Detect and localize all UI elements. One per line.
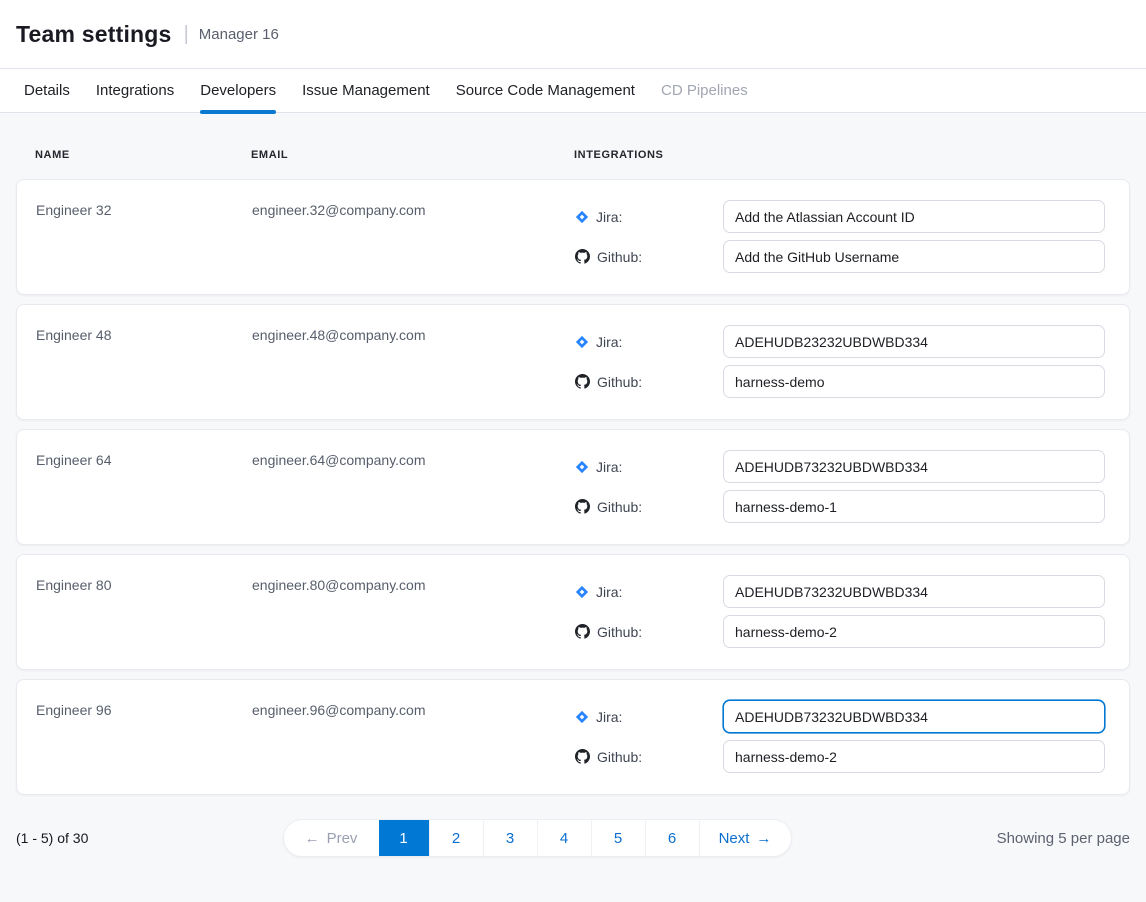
developer-name: Engineer 32 (36, 200, 252, 274)
column-header-name: NAME (35, 149, 251, 161)
jira-icon (575, 710, 589, 724)
tab-issue-management[interactable]: Issue Management (302, 69, 430, 112)
jira-label: Jira: (575, 459, 723, 475)
table-row: Engineer 64 engineer.64@company.com Jira… (16, 429, 1130, 545)
jira-icon (575, 460, 589, 474)
github-label: Github: (575, 749, 723, 765)
tab-details[interactable]: Details (24, 69, 70, 112)
page-button-5[interactable]: 5 (591, 820, 645, 856)
jira-icon (575, 335, 589, 349)
developer-email: engineer.96@company.com (252, 700, 575, 774)
page-button-4[interactable]: 4 (537, 820, 591, 856)
tab-bar: Details Integrations Developers Issue Ma… (0, 68, 1146, 113)
github-row: Github: (575, 365, 1105, 398)
page-button-2[interactable]: 2 (429, 820, 483, 856)
jira-label: Jira: (575, 709, 723, 725)
jira-row: Jira: (575, 450, 1105, 483)
arrow-left-icon: ← (305, 830, 320, 847)
github-icon (575, 499, 590, 514)
tab-source-code-management[interactable]: Source Code Management (456, 69, 635, 112)
developer-email: engineer.48@company.com (252, 325, 575, 399)
developer-email: engineer.80@company.com (252, 575, 575, 649)
pagination-bar: (1 - 5) of 30 ← Prev 1 2 3 4 5 6 Next → … (16, 819, 1130, 857)
github-input[interactable] (723, 240, 1105, 273)
jira-row: Jira: (575, 325, 1105, 358)
active-tab-underline (200, 110, 276, 114)
prev-page-button[interactable]: ← Prev (284, 820, 379, 856)
jira-row: Jira: (575, 200, 1105, 233)
github-row: Github: (575, 740, 1105, 773)
developers-panel: NAME EMAIL INTEGRATIONS Engineer 32 engi… (0, 113, 1146, 902)
jira-input[interactable] (723, 325, 1105, 358)
github-input[interactable] (723, 615, 1105, 648)
page-button-6[interactable]: 6 (645, 820, 699, 856)
page-button-3[interactable]: 3 (483, 820, 537, 856)
per-page-label: Showing 5 per page (997, 830, 1130, 847)
integrations-cell: Jira: Github: (575, 575, 1105, 649)
github-icon (575, 374, 590, 389)
github-input[interactable] (723, 490, 1105, 523)
tab-integrations[interactable]: Integrations (96, 69, 174, 112)
integrations-cell: Jira: Github: (575, 325, 1105, 399)
developer-name: Engineer 48 (36, 325, 252, 399)
integrations-cell: Jira: Github: (575, 200, 1105, 274)
pagination-controls: ← Prev 1 2 3 4 5 6 Next → (283, 819, 792, 857)
integrations-cell: Jira: Github: (575, 450, 1105, 524)
page-title: Team settings (16, 21, 172, 48)
jira-row: Jira: (575, 575, 1105, 608)
table-row: Engineer 48 engineer.48@company.com Jira… (16, 304, 1130, 420)
developer-email: engineer.64@company.com (252, 450, 575, 524)
github-row: Github: (575, 615, 1105, 648)
table-row: Engineer 32 engineer.32@company.com Jira… (16, 179, 1130, 295)
github-row: Github: (575, 490, 1105, 523)
jira-input[interactable] (723, 575, 1105, 608)
github-input[interactable] (723, 365, 1105, 398)
jira-row: Jira: (575, 700, 1105, 733)
jira-input[interactable] (723, 700, 1105, 733)
team-manager-label: Manager 16 (199, 26, 279, 43)
jira-label: Jira: (575, 209, 723, 225)
jira-icon (575, 585, 589, 599)
github-row: Github: (575, 240, 1105, 273)
jira-input[interactable] (723, 200, 1105, 233)
next-page-button[interactable]: Next → (699, 820, 791, 856)
jira-label: Jira: (575, 334, 723, 350)
column-header-integrations: INTEGRATIONS (574, 149, 1106, 161)
jira-input[interactable] (723, 450, 1105, 483)
github-icon (575, 624, 590, 639)
column-header-email: EMAIL (251, 149, 574, 161)
tab-cd-pipelines: CD Pipelines (661, 69, 748, 112)
github-label: Github: (575, 499, 723, 515)
developer-name: Engineer 96 (36, 700, 252, 774)
github-icon (575, 749, 590, 764)
pagination-range-label: (1 - 5) of 30 (16, 830, 276, 846)
table-header: NAME EMAIL INTEGRATIONS (16, 113, 1130, 179)
page-button-1[interactable]: 1 (379, 820, 429, 856)
github-label: Github: (575, 249, 723, 265)
table-row: Engineer 80 engineer.80@company.com Jira… (16, 554, 1130, 670)
developer-name: Engineer 64 (36, 450, 252, 524)
tab-developers[interactable]: Developers (200, 69, 276, 112)
github-icon (575, 249, 590, 264)
jira-label: Jira: (575, 584, 723, 600)
github-label: Github: (575, 624, 723, 640)
page-header: Team settings | Manager 16 (0, 0, 1146, 68)
developer-name: Engineer 80 (36, 575, 252, 649)
arrow-right-icon: → (756, 830, 771, 847)
title-divider: | (184, 23, 189, 46)
github-input[interactable] (723, 740, 1105, 773)
github-label: Github: (575, 374, 723, 390)
jira-icon (575, 210, 589, 224)
table-row: Engineer 96 engineer.96@company.com Jira… (16, 679, 1130, 795)
developer-email: engineer.32@company.com (252, 200, 575, 274)
integrations-cell: Jira: Github: (575, 700, 1105, 774)
